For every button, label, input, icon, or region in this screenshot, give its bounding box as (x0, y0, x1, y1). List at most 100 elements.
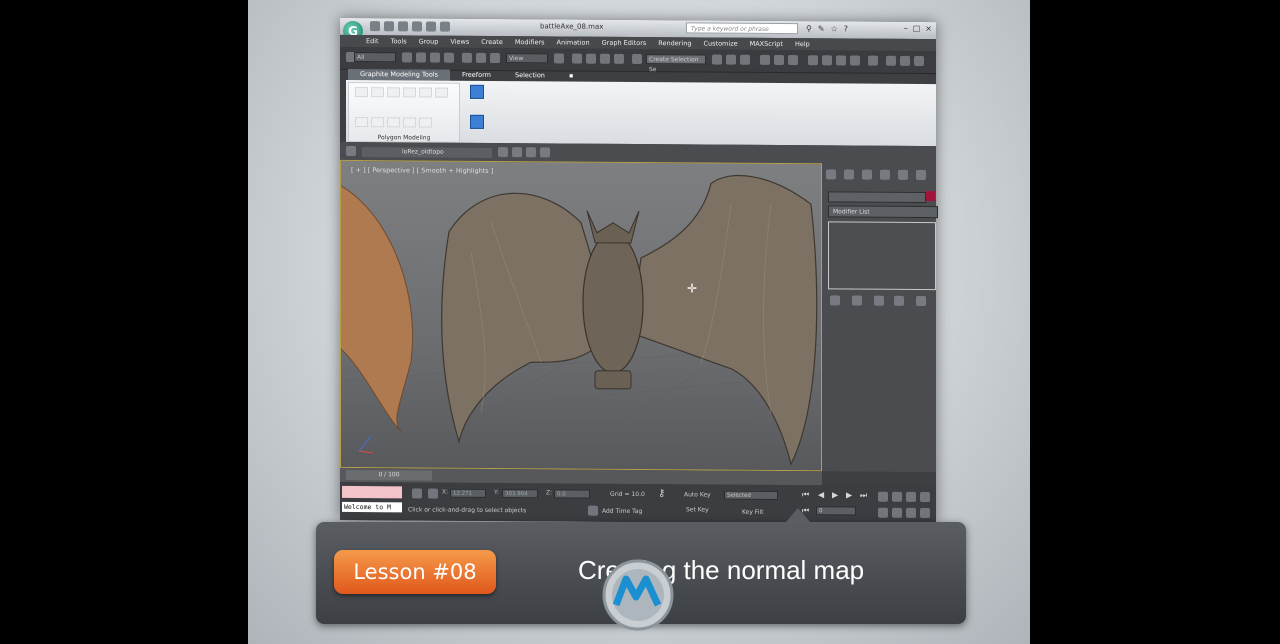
search-input[interactable]: Type a keyword or phrase (686, 22, 798, 35)
menu-modifiers[interactable]: Modifiers (515, 36, 545, 48)
show-end-result-stack-icon[interactable] (852, 295, 862, 306)
zoom-extents-icon[interactable] (906, 491, 916, 502)
redo-icon[interactable] (426, 21, 436, 32)
tools-icon[interactable]: ✎ (818, 24, 825, 33)
object-color-swatch[interactable] (926, 191, 935, 202)
align-icon[interactable] (726, 54, 736, 65)
select-by-name-icon[interactable] (416, 52, 426, 63)
add-time-tag-icon[interactable] (588, 505, 598, 516)
play-icon[interactable]: ▶ (832, 490, 838, 499)
menu-create[interactable]: Create (481, 36, 503, 48)
goto-end-icon[interactable]: ⏭ (860, 491, 867, 501)
bat-model[interactable] (341, 161, 822, 471)
binoculars-icon[interactable]: ⚲ (806, 24, 812, 33)
snaps-toggle-icon[interactable] (572, 53, 582, 64)
ribbon-side-button-1-icon[interactable] (470, 84, 484, 99)
z-coordinate-field[interactable]: 0.0 (554, 489, 590, 499)
menu-graph-editors[interactable]: Graph Editors (602, 37, 647, 49)
help-icon[interactable]: ? (844, 24, 848, 33)
render-setup-icon[interactable] (808, 55, 818, 66)
goto-start-icon[interactable]: ⏮ (802, 490, 809, 500)
star-icon[interactable]: ☆ (831, 24, 838, 33)
move-icon[interactable] (462, 52, 472, 63)
minimize-icon[interactable]: – (904, 24, 908, 33)
maximize-viewport-icon[interactable] (920, 507, 930, 519)
border-mode-icon[interactable] (403, 87, 416, 98)
scale-icon[interactable] (490, 52, 500, 64)
pin-stack-icon[interactable] (830, 295, 840, 306)
set-current-layer-icon[interactable] (540, 147, 550, 158)
configure-modifier-sets-icon[interactable] (916, 295, 926, 307)
menu-maxscript[interactable]: MAXScript (750, 38, 783, 50)
render-production-icon[interactable] (836, 55, 846, 66)
object-name-field[interactable] (828, 191, 926, 204)
perspective-viewport[interactable]: [ + ] [ Perspective ] [ Smooth + Highlig… (340, 159, 822, 472)
next-frame-icon[interactable]: ▶ (846, 490, 852, 499)
material-editor-icon[interactable] (788, 55, 798, 66)
menu-tools[interactable]: Tools (391, 35, 407, 47)
angle-snap-icon[interactable] (586, 53, 596, 64)
reference-coordinate-dropdown[interactable]: View (506, 53, 548, 64)
undo-icon[interactable] (412, 21, 422, 32)
close-icon[interactable]: × (925, 24, 932, 33)
current-frame-field[interactable]: 0 (816, 506, 856, 516)
element-mode-icon[interactable] (435, 87, 448, 98)
tab-selection[interactable]: Selection (503, 70, 557, 81)
create-tab-icon[interactable] (826, 169, 836, 180)
key-mode-dropdown[interactable]: Selected (724, 490, 778, 500)
key-filters-button[interactable]: Key Filt (742, 509, 764, 516)
polygon-modeling-label[interactable]: Polygon Modeling (349, 134, 459, 142)
add-to-layer-icon[interactable] (512, 147, 522, 158)
preserve-uvs-icon[interactable] (387, 117, 400, 128)
previous-modifier-icon[interactable] (355, 117, 368, 128)
menu-rendering[interactable]: Rendering (658, 37, 691, 49)
viewport-icon[interactable] (886, 55, 896, 66)
motion-tab-icon[interactable] (880, 169, 890, 180)
menu-animation[interactable]: Animation (557, 36, 590, 48)
utilities-tab-icon[interactable] (916, 169, 926, 181)
rotate-icon[interactable] (476, 52, 486, 63)
polygon-mode-icon[interactable] (419, 87, 432, 98)
absolute-mode-icon[interactable] (428, 488, 438, 499)
named-selection-dropdown[interactable]: Create Selection Se (646, 54, 706, 73)
project-folder-icon[interactable] (440, 21, 450, 32)
modify-tab-icon[interactable] (844, 169, 854, 180)
selection-filter-dropdown[interactable]: All (354, 52, 396, 63)
layer-dropdown[interactable]: loRez_oldtopo (362, 147, 492, 158)
zoom-all-icon[interactable] (892, 491, 902, 502)
schematic-view-icon[interactable] (774, 54, 784, 66)
make-unique-icon[interactable] (874, 295, 884, 306)
menu-help[interactable]: Help (795, 38, 810, 50)
set-key-button[interactable]: Set Key (686, 506, 709, 513)
select-in-layer-icon[interactable] (526, 147, 536, 158)
maximize-icon[interactable]: □ (913, 24, 921, 33)
menu-views[interactable]: Views (450, 36, 469, 48)
pivot-icon[interactable] (554, 53, 564, 64)
save-file-icon[interactable] (398, 21, 408, 32)
toggle-ribbon-icon[interactable] (868, 55, 878, 66)
maxscript-listener-box[interactable] (342, 485, 402, 499)
x-coordinate-field[interactable]: 12.271 (450, 488, 486, 498)
mirror-icon[interactable] (712, 54, 722, 65)
field-of-view-icon[interactable] (878, 507, 888, 518)
auto-key-button[interactable]: Auto Key (684, 491, 711, 498)
maxscript-output[interactable]: Welcome to M (342, 501, 402, 513)
modify-mode-icon[interactable] (355, 87, 368, 98)
display-tab-icon[interactable] (898, 169, 908, 180)
zoom-extents-all-icon[interactable] (920, 491, 930, 503)
ribbon-minimize-icon[interactable]: ▪ (557, 70, 585, 81)
lock-selection-icon[interactable] (412, 488, 422, 499)
remove-modifier-icon[interactable] (894, 295, 904, 306)
select-object-icon[interactable] (402, 52, 412, 63)
tab-graphite-modeling-tools[interactable]: Graphite Modeling Tools (348, 68, 451, 81)
zoom-icon[interactable] (878, 491, 888, 502)
menu-customize[interactable]: Customize (703, 37, 737, 49)
key-icon[interactable]: ⚷ (658, 488, 665, 499)
curve-editor-icon[interactable] (760, 54, 770, 65)
modifier-list-dropdown[interactable]: Modifier List (828, 205, 938, 219)
time-slider[interactable]: 0 / 100 (346, 469, 432, 481)
y-coordinate-field[interactable]: 303.904 (502, 489, 538, 499)
rectangle-selection-icon[interactable] (430, 52, 440, 63)
rendered-frame-icon[interactable] (822, 55, 832, 66)
new-file-icon[interactable] (370, 21, 380, 32)
